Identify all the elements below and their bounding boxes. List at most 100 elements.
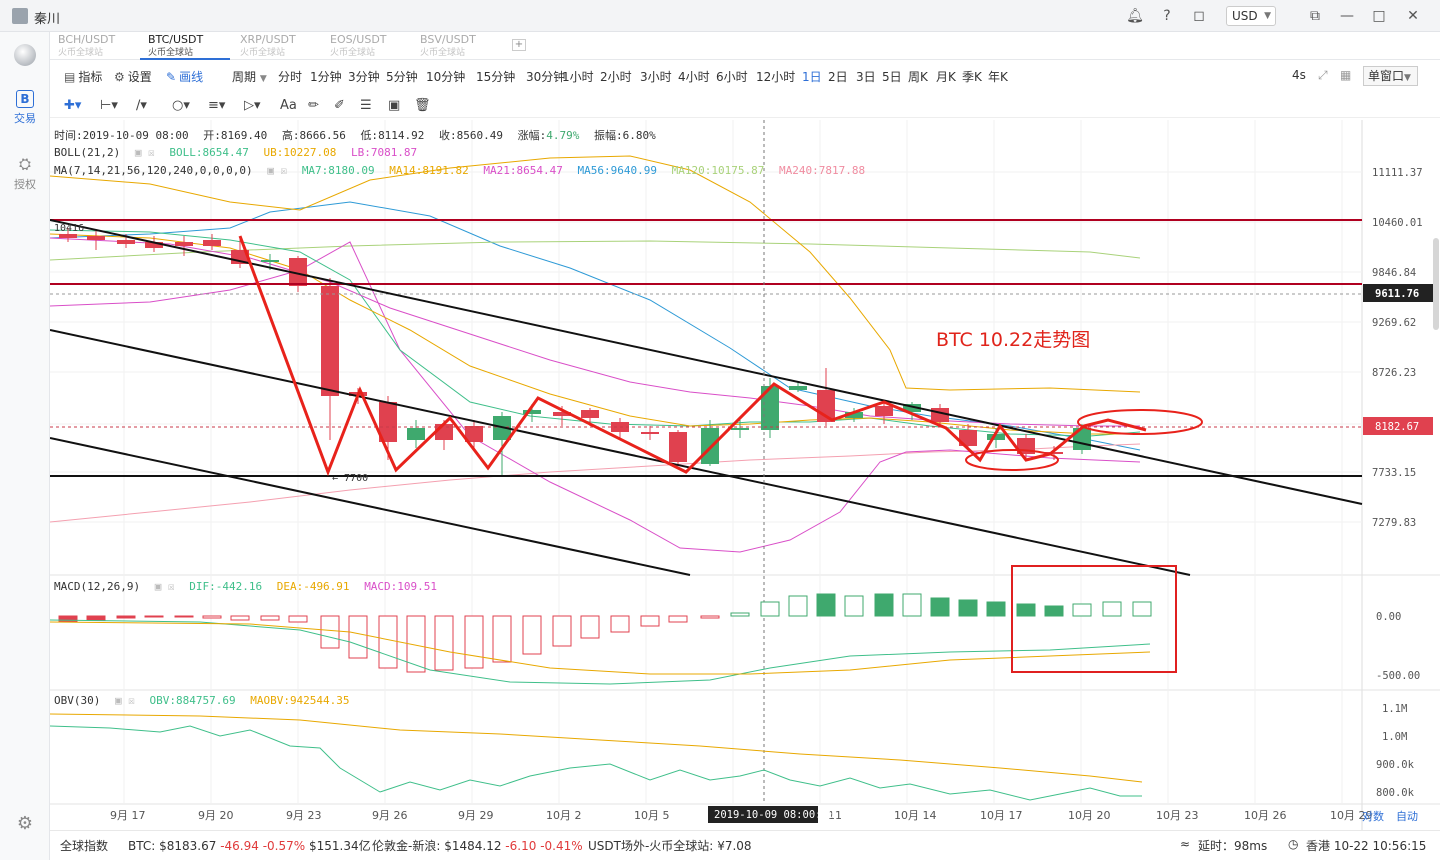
trend-line-icon[interactable]: ∕▾	[136, 98, 147, 113]
eye-icon[interactable]: ▣ ☒	[267, 164, 287, 177]
period-dropdown[interactable]: 周期 ▼	[232, 68, 267, 85]
date-axis-label: 10月 23	[1156, 809, 1199, 822]
price-axis-label: 7279.83	[1372, 517, 1416, 529]
kline-chart[interactable]: BTC 10.22走势图 10416 ← 7700 11111.37 10460.01 9…	[50, 120, 1440, 830]
eye-icon[interactable]: ▣ ☒	[155, 580, 175, 593]
crosshair-icon[interactable]: ✚▾	[64, 98, 81, 113]
brush-icon[interactable]: ✐	[334, 98, 345, 113]
tab-bch-usdt[interactable]: BCH/USDT 火币全球站	[50, 34, 140, 60]
tab-btc-usdt[interactable]: BTC/USDT 火币全球站	[140, 34, 230, 60]
macd-bar	[348, 615, 368, 659]
period-2[interactable]: 3分钟	[348, 68, 380, 85]
period-12[interactable]: 12小时	[756, 68, 795, 85]
period-13[interactable]: 1日	[802, 68, 822, 85]
date-axis-label: 9月 17	[110, 809, 146, 822]
crosshair-date: 2019-10-09 08:00:00	[714, 809, 834, 821]
circle-icon[interactable]: ○▾	[172, 98, 190, 113]
tab-xrp-usdt[interactable]: XRP/USDT 火币全球站	[232, 34, 322, 60]
indicator-button[interactable]: ▤ 指标	[64, 68, 102, 85]
pattern-icon[interactable]: ▷▾	[244, 98, 261, 113]
period-19[interactable]: 季K	[962, 68, 982, 85]
eye-icon[interactable]: ▣ ☒	[135, 146, 155, 159]
popout-icon[interactable]: ⧉	[1306, 8, 1324, 24]
log-scale-toggle[interactable]: 对数	[1362, 809, 1384, 823]
maximize-icon[interactable]: □	[1370, 8, 1388, 24]
change-label: 涨幅:	[517, 129, 547, 142]
chart-area[interactable]: BTC 10.22走势图 10416 ← 7700 11111.37 10460.01 9…	[50, 120, 1440, 830]
rail-item-auth[interactable]: ⛭ 授权	[0, 154, 50, 192]
period-18[interactable]: 月K	[936, 68, 956, 85]
period-9[interactable]: 3小时	[640, 68, 672, 85]
period-8[interactable]: 2小时	[600, 68, 632, 85]
shirt-icon[interactable]: ◻	[1190, 8, 1208, 24]
auto-scale-toggle[interactable]: 自动	[1396, 810, 1418, 823]
drawing-toolbar: ✚▾ ⊢▾ ∕▾ ○▾ ≡▾ ▷▾ Aa ✏ ✐ ☰ ▣ 🗑︎	[50, 94, 1440, 118]
lock-icon[interactable]: ▣	[388, 98, 400, 113]
minimize-icon[interactable]: —	[1338, 8, 1356, 24]
period-16[interactable]: 5日	[882, 68, 902, 85]
fullscreen-icon[interactable]: ⤢	[1318, 68, 1328, 83]
date-axis-label: 10月 20	[1068, 809, 1111, 822]
period-0[interactable]: 分时	[278, 68, 302, 85]
close-icon[interactable]: ✕	[1404, 8, 1422, 24]
time-value: 2019-10-09 08:00	[82, 129, 189, 142]
period-20[interactable]: 年K	[988, 68, 1008, 85]
ma7-value: MA7:8180.09	[301, 164, 375, 177]
tab-eos-usdt[interactable]: EOS/USDT 火币全球站	[322, 34, 412, 60]
bell-icon[interactable]: 🔔︎	[1126, 8, 1144, 24]
user-avatar-icon[interactable]	[12, 8, 28, 24]
measure-icon[interactable]: ☰	[360, 98, 372, 113]
currency-select[interactable]: USD ▼	[1226, 6, 1276, 26]
period-10[interactable]: 4小时	[678, 68, 710, 85]
period-6[interactable]: 30分钟	[526, 68, 565, 85]
macd-bar	[144, 615, 164, 618]
obv-value: OBV:884757.69	[149, 694, 236, 707]
macd-bar	[492, 615, 512, 663]
symbol-tabs: BCH/USDT 火币全球站 BTC/USDT 火币全球站 XRP/USDT 火币全球…	[50, 32, 1440, 60]
draw-button[interactable]: ✎ 画线	[166, 68, 203, 85]
high-mark-label: 10416	[54, 223, 84, 234]
period-1[interactable]: 1分钟	[310, 68, 342, 85]
candle-body	[669, 432, 687, 462]
global-index-label[interactable]: 全球指数	[60, 837, 108, 854]
latency: 延时：98ms	[1198, 839, 1268, 853]
period-5[interactable]: 15分钟	[476, 68, 515, 85]
period-4[interactable]: 10分钟	[426, 68, 465, 85]
annotation-text: BTC 10.22走势图	[936, 329, 1090, 351]
period-17[interactable]: 周K	[908, 68, 928, 85]
window-mode-select[interactable]: 单窗口▼	[1363, 66, 1418, 86]
tab-sub: 火币全球站	[420, 48, 466, 58]
rail-auth-label: 授权	[14, 178, 36, 191]
eye-icon[interactable]: ▣ ☒	[115, 694, 135, 707]
trash-icon[interactable]: 🗑︎	[414, 98, 431, 113]
macd-dif: DIF:-442.16	[189, 580, 263, 593]
period-7[interactable]: 1小时	[562, 68, 594, 85]
scrollbar-thumb[interactable]	[1433, 238, 1439, 330]
obv-axis-label: 1.0M	[1382, 731, 1407, 743]
text-tool-icon[interactable]: Aa	[280, 98, 297, 113]
obv-info: OBV(30) ▣ ☒ OBV:884757.69 MAOBV:942544.3…	[54, 694, 350, 707]
key-icon: ⛭	[18, 155, 31, 173]
macd-bar	[522, 615, 542, 655]
low-label: 低:	[360, 129, 379, 142]
period-14[interactable]: 2日	[828, 68, 848, 85]
rail-item-trade[interactable]: B 交易	[0, 90, 50, 126]
period-11[interactable]: 6小时	[716, 68, 748, 85]
fib-icon[interactable]: ≡▾	[208, 98, 225, 113]
settings-gear-icon[interactable]: ⚙	[0, 814, 50, 836]
maobv-value: MAOBV:942544.35	[250, 694, 350, 707]
ruler-icon[interactable]: ✏	[308, 98, 319, 113]
indicator-icon: ▤	[64, 70, 76, 84]
help-icon[interactable]: ?	[1158, 8, 1176, 24]
horizontal-line-icon[interactable]: ⊢▾	[100, 98, 118, 113]
gold-price: $1484.12	[444, 839, 502, 853]
add-tab-button[interactable]: +	[512, 39, 526, 51]
status-bar: 全球指数 BTC: $8183.67 -46.94 -0.57% $151.34…	[50, 830, 1440, 860]
tab-bsv-usdt[interactable]: BSV/USDT 火币全球站	[412, 34, 502, 60]
restore-icon[interactable]: ▦	[1340, 68, 1351, 82]
candle-body	[59, 234, 77, 238]
settings-button[interactable]: ⚙ 设置	[114, 68, 152, 85]
period-15[interactable]: 3日	[856, 68, 876, 85]
period-3[interactable]: 5分钟	[386, 68, 418, 85]
close-value: 8560.49	[456, 129, 504, 142]
